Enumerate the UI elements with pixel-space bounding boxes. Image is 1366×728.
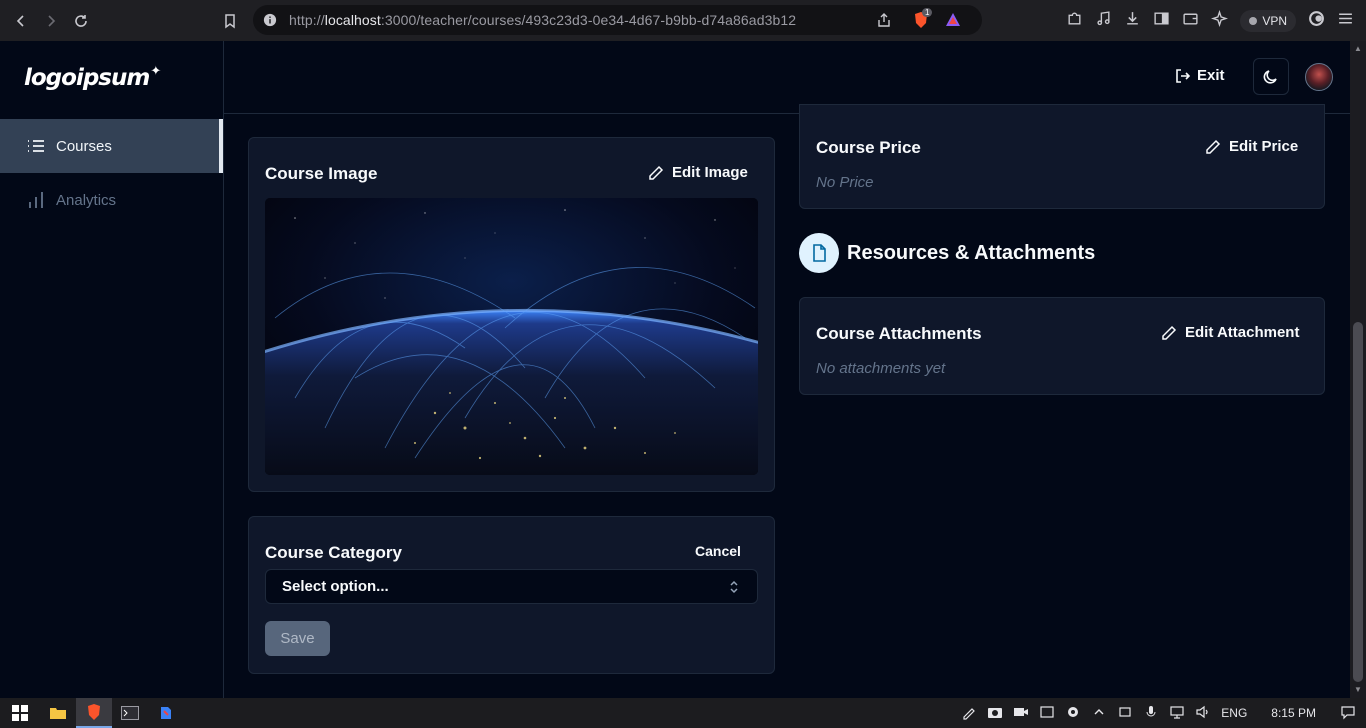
- edit-image-button[interactable]: Edit Image: [648, 164, 748, 181]
- card-title: Course Category: [265, 543, 402, 562]
- cancel-label: Cancel: [695, 543, 741, 559]
- brave-badge: 1: [922, 8, 933, 17]
- share-icon[interactable]: [876, 12, 892, 33]
- edit-image-label: Edit Image: [672, 164, 748, 181]
- sidebar-item-analytics[interactable]: Analytics: [0, 173, 223, 227]
- network-icon[interactable]: [1169, 704, 1185, 723]
- menu-icon[interactable]: [1337, 10, 1354, 32]
- brave-rewards-icon[interactable]: [944, 11, 962, 34]
- microphone-icon[interactable]: [1143, 704, 1159, 723]
- avatar[interactable]: [1305, 63, 1333, 91]
- app-icon[interactable]: [148, 698, 184, 728]
- scroll-up-icon[interactable]: ▲: [1354, 45, 1362, 53]
- video-icon[interactable]: [1013, 704, 1029, 723]
- pencil-icon: [1206, 139, 1221, 154]
- exit-button[interactable]: Exit: [1175, 67, 1225, 84]
- terminal-icon[interactable]: [112, 698, 148, 728]
- exit-label: Exit: [1197, 67, 1225, 84]
- chevrons-up-down-icon: [730, 580, 738, 594]
- brave-logo-icon[interactable]: [1308, 10, 1325, 32]
- chevron-up-icon[interactable]: [1091, 704, 1107, 723]
- vpn-status-icon: [1249, 16, 1258, 25]
- scroll-down-icon[interactable]: ▼: [1354, 686, 1362, 694]
- price-value: No Price: [816, 174, 874, 191]
- clock[interactable]: 8:15 PM: [1271, 706, 1316, 720]
- wallet-icon[interactable]: [1182, 10, 1199, 32]
- sidebar: logoipsum✦ Courses Analytics: [0, 41, 224, 698]
- camera-icon[interactable]: [987, 704, 1003, 723]
- pen-icon[interactable]: [961, 704, 977, 723]
- card-title: Course Price: [816, 138, 921, 157]
- vpn-button[interactable]: VPN: [1240, 9, 1296, 32]
- card-title: Course Image: [265, 164, 378, 183]
- select-placeholder: Select option...: [282, 578, 389, 595]
- logo-star-icon: ✦: [150, 64, 161, 79]
- pencil-icon: [649, 165, 664, 180]
- attachments-empty-text: No attachments yet: [816, 360, 946, 377]
- download-icon[interactable]: [1124, 10, 1141, 32]
- theme-toggle-button[interactable]: [1253, 58, 1289, 95]
- edit-price-button[interactable]: Edit Price: [1205, 138, 1298, 155]
- bar-chart-icon: [29, 192, 43, 208]
- leo-ai-icon[interactable]: [1211, 9, 1229, 32]
- url-text[interactable]: http://localhost:3000/teacher/courses/49…: [289, 12, 796, 28]
- course-category-card: Course Category Cancel Select option... …: [248, 516, 775, 674]
- file-explorer-icon[interactable]: [40, 698, 76, 728]
- logo-text: logoipsum: [24, 65, 150, 91]
- language-indicator[interactable]: ENG: [1221, 706, 1247, 720]
- category-select[interactable]: Select option...: [265, 569, 758, 604]
- course-image-card: Course Image Edit Image: [248, 137, 775, 492]
- page-scrollbar[interactable]: ▲ ▼: [1350, 41, 1366, 698]
- file-icon: [799, 233, 839, 273]
- browser-toolbar: http://localhost:3000/teacher/courses/49…: [0, 0, 1366, 41]
- vpn-label: VPN: [1262, 13, 1287, 28]
- resources-section-header: Resources & Attachments: [799, 233, 1095, 273]
- edit-attachment-button[interactable]: Edit Attachment: [1161, 324, 1299, 341]
- window-icon[interactable]: [1039, 704, 1055, 723]
- bookmark-icon[interactable]: [215, 6, 245, 36]
- back-icon[interactable]: [6, 6, 36, 36]
- browser-actions: VPN: [1066, 0, 1354, 41]
- logout-icon: [1176, 68, 1191, 83]
- reload-icon[interactable]: [66, 6, 96, 36]
- notifications-icon[interactable]: [1340, 704, 1356, 723]
- save-label: Save: [280, 630, 315, 647]
- sidebar-toggle-icon[interactable]: [1153, 10, 1170, 32]
- settings-icon[interactable]: [1065, 704, 1081, 723]
- meet-icon[interactable]: [1117, 704, 1133, 723]
- scroll-thumb[interactable]: [1353, 322, 1363, 682]
- sidebar-item-courses[interactable]: Courses: [0, 119, 223, 173]
- pencil-icon: [1162, 325, 1177, 340]
- cancel-button[interactable]: Cancel: [695, 543, 741, 559]
- edit-price-label: Edit Price: [1229, 138, 1299, 155]
- brave-shield-icon[interactable]: 1: [912, 8, 933, 34]
- card-title: Course Attachments: [816, 324, 982, 343]
- windows-start-icon[interactable]: [0, 698, 40, 728]
- course-image: [265, 198, 758, 475]
- forward-icon[interactable]: [36, 6, 66, 36]
- music-icon[interactable]: [1095, 10, 1112, 32]
- section-title: Resources & Attachments: [847, 241, 1096, 264]
- info-icon[interactable]: [263, 13, 277, 27]
- logo[interactable]: logoipsum✦: [24, 64, 161, 91]
- address-bar[interactable]: http://localhost:3000/teacher/courses/49…: [253, 5, 982, 35]
- sidebar-item-label: Courses: [56, 137, 112, 155]
- save-button[interactable]: Save: [265, 621, 330, 656]
- brave-browser-icon[interactable]: [76, 698, 112, 728]
- volume-icon[interactable]: [1195, 704, 1211, 723]
- system-tray: ENG 8:15 PM: [961, 698, 1366, 728]
- extensions-icon[interactable]: [1066, 10, 1083, 32]
- sidebar-item-label: Analytics: [56, 191, 117, 209]
- edit-attachment-label: Edit Attachment: [1185, 324, 1300, 341]
- list-icon: [28, 140, 44, 152]
- course-price-card: Course Price Edit Price No Price: [799, 104, 1325, 209]
- os-taskbar: ENG 8:15 PM: [0, 698, 1366, 728]
- course-attachments-card: Course Attachments Edit Attachment No at…: [799, 297, 1325, 395]
- moon-icon: [1263, 69, 1277, 84]
